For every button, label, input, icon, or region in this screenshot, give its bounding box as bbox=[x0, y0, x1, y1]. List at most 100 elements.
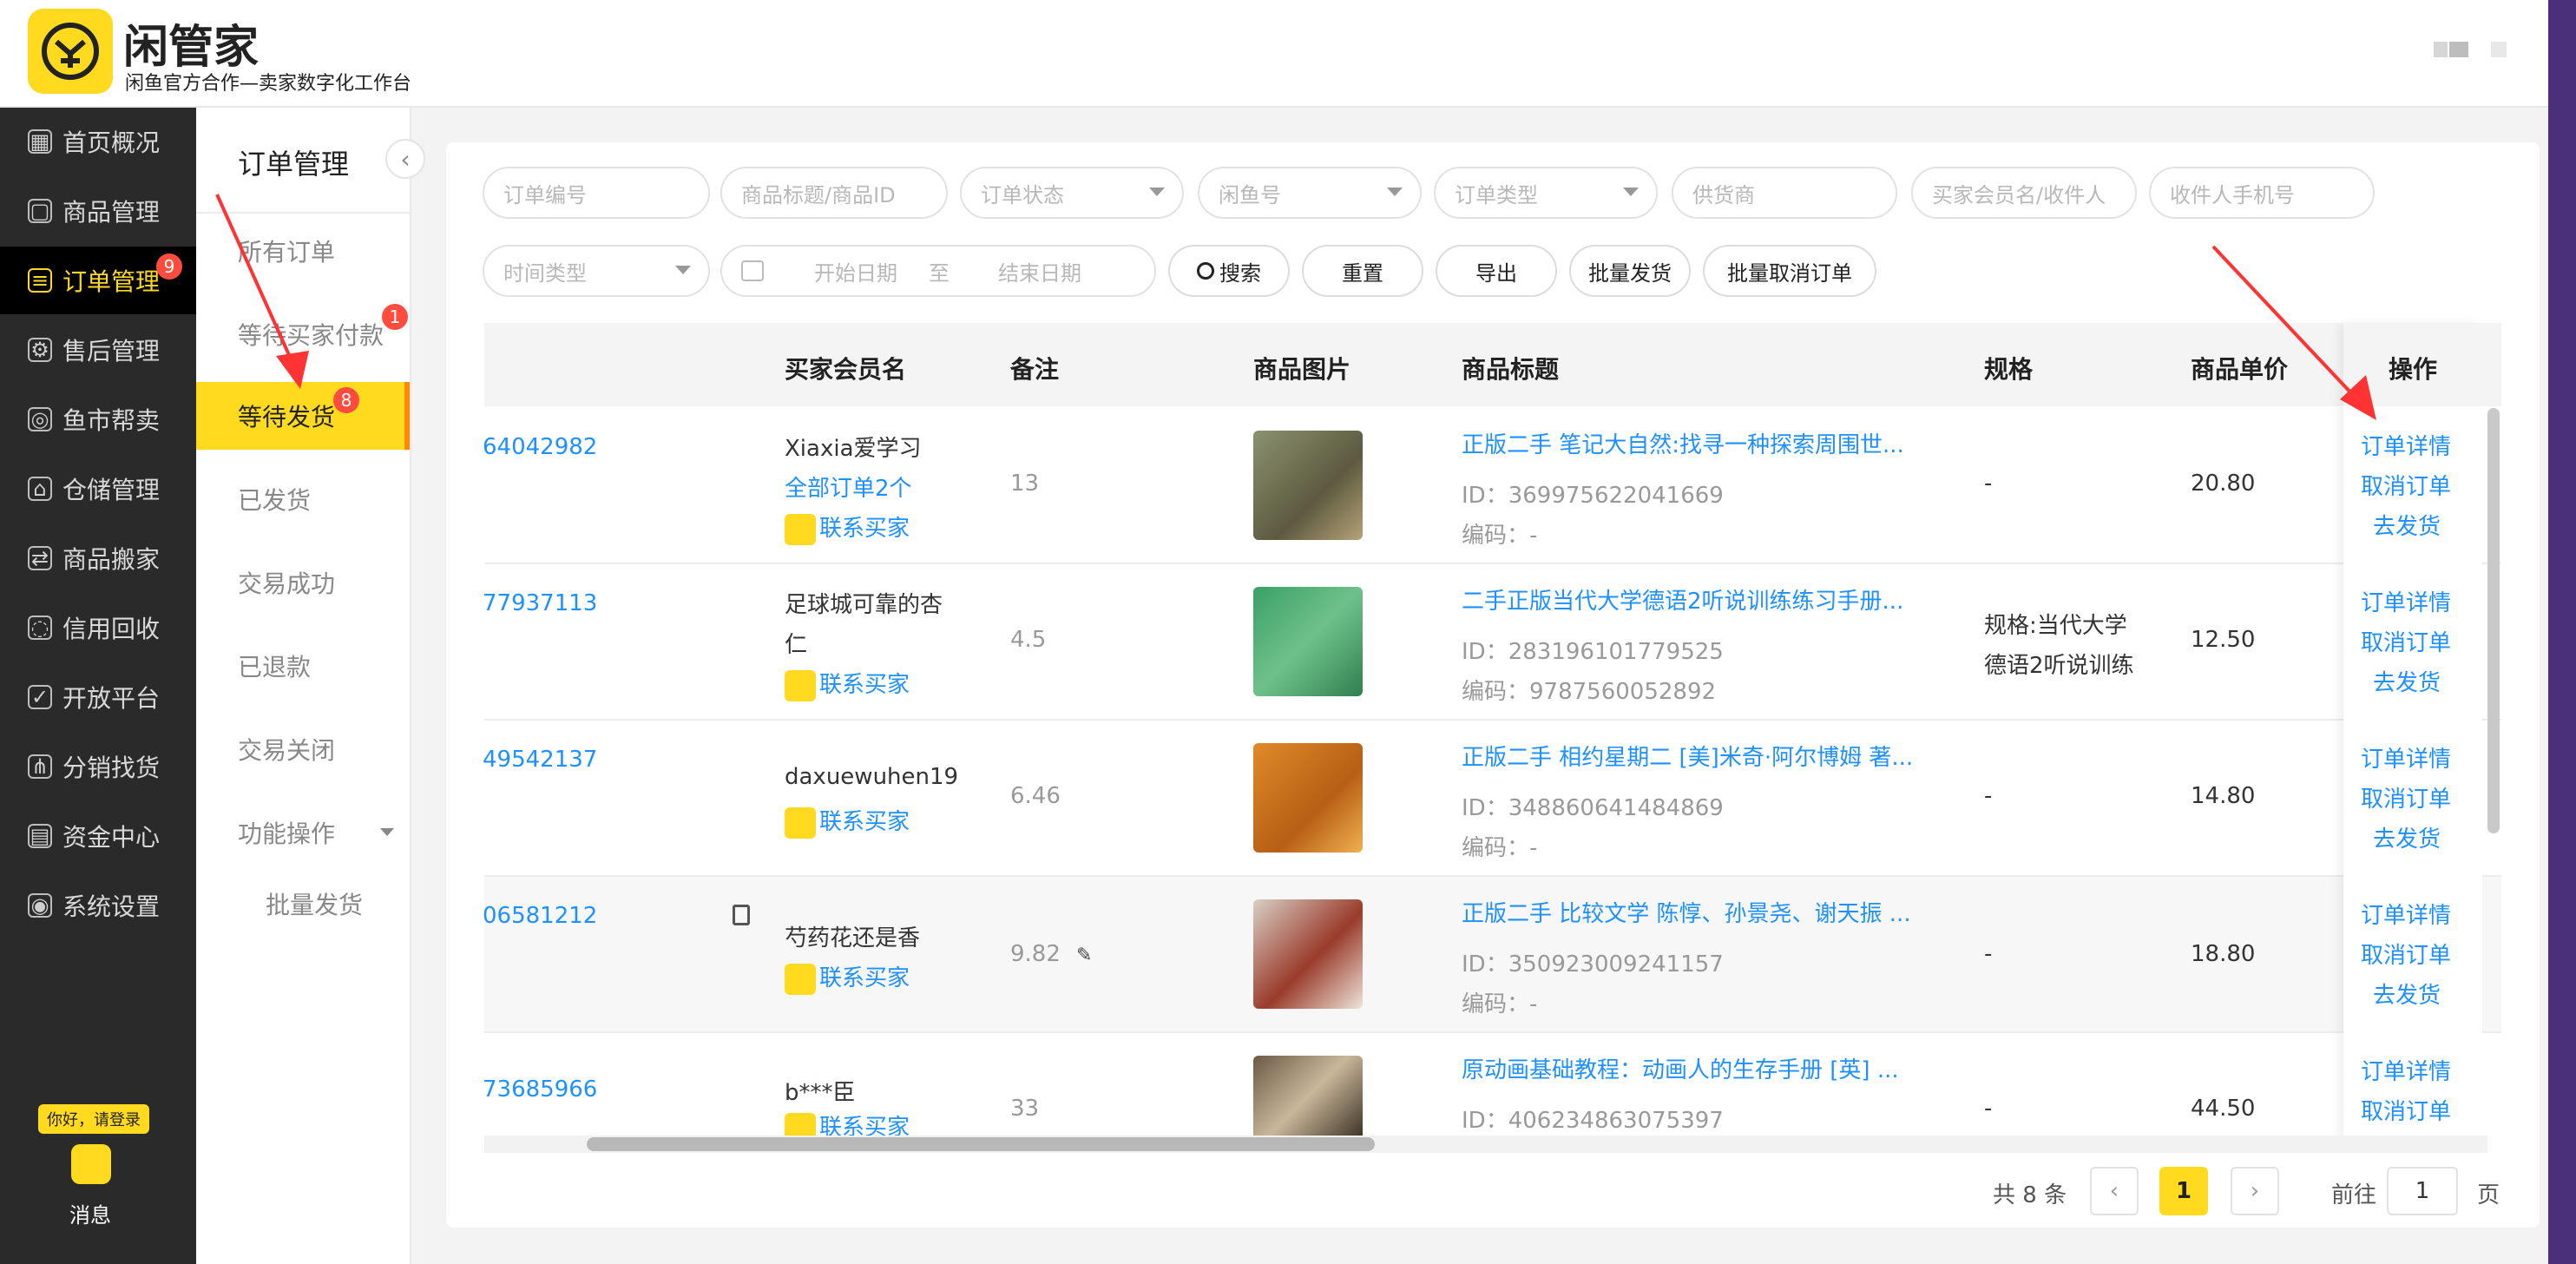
sidebar-item-label: 资金中心 bbox=[62, 823, 161, 852]
contact-buyer-link[interactable]: 联系买家 bbox=[785, 510, 910, 545]
subnav-completed[interactable]: 交易成功 bbox=[196, 549, 410, 616]
horizontal-scrollbar[interactable] bbox=[587, 1137, 1375, 1151]
order-number-link[interactable]: 73685966 bbox=[483, 1076, 597, 1103]
header-user-placeholder[interactable] bbox=[2434, 42, 2448, 57]
xianyu-account-select[interactable]: 闲鱼号 bbox=[1198, 167, 1422, 219]
cancel-order-link[interactable]: 取消订单 bbox=[2361, 625, 2451, 657]
product-image[interactable] bbox=[1253, 1056, 1363, 1137]
placeholder: 订单编号 bbox=[503, 182, 587, 207]
next-page-button[interactable]: › bbox=[2231, 1167, 2279, 1215]
subnav-shipped[interactable]: 已发货 bbox=[196, 465, 410, 533]
sidebar-item-funds[interactable]: ▤ 资金中心 bbox=[0, 802, 196, 870]
receiver-phone-input[interactable]: 收件人手机号 bbox=[2149, 167, 2375, 219]
subnav-refunded[interactable]: 已退款 bbox=[196, 632, 410, 700]
sidebar-item-aftersale[interactable]: ⚙ 售后管理 bbox=[0, 316, 196, 384]
cancel-order-link[interactable]: 取消订单 bbox=[2361, 781, 2451, 813]
divider bbox=[196, 212, 410, 214]
prev-page-button[interactable]: ‹ bbox=[2090, 1167, 2139, 1215]
date-range-picker[interactable]: 开始日期 至 结束日期 bbox=[720, 245, 1156, 297]
order-number-input[interactable]: 订单编号 bbox=[483, 167, 710, 219]
header-user-placeholder[interactable] bbox=[2491, 42, 2507, 57]
contact-buyer-link[interactable]: 联系买家 bbox=[785, 667, 910, 701]
buyer-input[interactable]: 买家会员名/收件人 bbox=[1911, 167, 2137, 219]
subnav-closed[interactable]: 交易关闭 bbox=[196, 715, 410, 783]
contact-buyer-link[interactable]: 联系买家 bbox=[785, 960, 910, 995]
sidebar-item-move[interactable]: ⇄ 商品搬家 bbox=[0, 524, 196, 592]
ship-link[interactable]: 去发货 bbox=[2373, 665, 2441, 697]
order-type-select[interactable]: 订单类型 bbox=[1434, 167, 1658, 219]
batch-cancel-button[interactable]: 批量取消订单 bbox=[1703, 245, 1876, 297]
reset-button[interactable]: 重置 bbox=[1302, 245, 1423, 297]
vertical-scrollbar[interactable] bbox=[2487, 408, 2500, 833]
app-logo-icon[interactable] bbox=[28, 9, 113, 94]
contact-buyer-link[interactable]: 联系买家 bbox=[785, 1109, 910, 1136]
edit-icon[interactable]: ✎ bbox=[1076, 945, 1095, 966]
product-image[interactable] bbox=[1253, 743, 1363, 853]
order-number-link[interactable]: 06581212 bbox=[483, 903, 597, 929]
sidebar-item-recycle[interactable]: ◌ 信用回收 bbox=[0, 594, 196, 662]
subnav-batch-ship[interactable]: 批量发货 bbox=[196, 870, 410, 938]
search-button[interactable]: 搜索 bbox=[1168, 245, 1290, 297]
page-1-button[interactable]: 1 bbox=[2159, 1167, 2208, 1215]
sidebar-item-open-platform[interactable]: ✓ 开放平台 bbox=[0, 663, 196, 731]
product-title-link[interactable]: 正版二手 相约星期二 [美]米奇·阿尔博姆 著... bbox=[1462, 740, 1913, 772]
order-detail-link[interactable]: 订单详情 bbox=[2361, 741, 2451, 774]
product-title-link[interactable]: 正版二手 比较文学 陈惇、孙景尧、谢天振 ... bbox=[1462, 896, 1911, 928]
export-button[interactable]: 导出 bbox=[1436, 245, 1557, 297]
contact-buyer-link[interactable]: 联系买家 bbox=[785, 804, 910, 839]
subnav-functions[interactable]: 功能操作 bbox=[196, 799, 410, 866]
collapse-chevron-icon[interactable]: ‹ bbox=[385, 139, 425, 179]
order-status-select[interactable]: 订单状态 bbox=[960, 167, 1184, 219]
order-detail-link[interactable]: 订单详情 bbox=[2361, 429, 2451, 461]
ship-link[interactable]: 去发货 bbox=[2373, 978, 2441, 1010]
cancel-order-link[interactable]: 取消订单 bbox=[2361, 469, 2451, 501]
warehouse-icon: ⌂ bbox=[28, 477, 52, 501]
order-number-link[interactable]: 64042982 bbox=[483, 434, 597, 460]
product-title-input[interactable]: 商品标题/商品ID bbox=[720, 167, 948, 219]
placeholder: 商品标题/商品ID bbox=[741, 182, 896, 207]
subnav-all-orders[interactable]: 所有订单 bbox=[196, 217, 410, 285]
cancel-order-link[interactable]: 取消订单 bbox=[2361, 1094, 2451, 1126]
order-number-link[interactable]: 49542137 bbox=[483, 747, 597, 773]
note-value: 9.82 bbox=[1010, 941, 1061, 967]
column-title: 商品标题 bbox=[1462, 355, 1560, 384]
supplier-input[interactable]: 供货商 bbox=[1672, 167, 1897, 219]
product-image[interactable] bbox=[1253, 431, 1363, 540]
order-number-link[interactable]: 77937113 bbox=[483, 590, 597, 616]
product-title-link[interactable]: 原动画基础教程：动画人的生存手册 [英] ... bbox=[1462, 1052, 1899, 1084]
placeholder: 闲鱼号 bbox=[1219, 182, 1281, 207]
sidebar-item-products[interactable]: ▢ 商品管理 bbox=[0, 177, 196, 245]
time-type-select[interactable]: 时间类型 bbox=[483, 245, 710, 297]
message-icon[interactable] bbox=[71, 1144, 111, 1184]
message-label[interactable]: 消息 bbox=[69, 1198, 111, 1228]
sidebar-item-fishmarket[interactable]: ◎ 鱼市帮卖 bbox=[0, 385, 196, 453]
sidebar-item-settings[interactable]: ◉ 系统设置 bbox=[0, 872, 196, 939]
subnav-awaiting-payment[interactable]: 等待买家付款 bbox=[196, 300, 410, 368]
button-label: 批量取消订单 bbox=[1727, 260, 1852, 286]
copy-icon[interactable] bbox=[733, 905, 750, 925]
subnav-awaiting-shipment[interactable]: 等待发货 bbox=[196, 382, 410, 450]
sidebar-item-warehouse[interactable]: ⌂ 仓储管理 bbox=[0, 455, 196, 523]
product-title-link[interactable]: 正版二手 笔记大自然:找寻一种探索周围世... bbox=[1462, 427, 1904, 459]
product-image[interactable] bbox=[1253, 899, 1363, 1009]
ship-link[interactable]: 去发货 bbox=[2373, 821, 2441, 853]
app-subtitle: 闲鱼官方合作—卖家数字化工作台 bbox=[125, 73, 412, 95]
product-image[interactable] bbox=[1253, 587, 1363, 696]
order-detail-link[interactable]: 订单详情 bbox=[2361, 585, 2451, 617]
product-title-link[interactable]: 二手正版当代大学德语2听说训练练习手册... bbox=[1462, 583, 1903, 616]
order-detail-link[interactable]: 订单详情 bbox=[2361, 898, 2451, 930]
sidebar-item-distribution[interactable]: ⋔ 分销找货 bbox=[0, 733, 196, 800]
header-user-placeholder[interactable] bbox=[2449, 42, 2468, 57]
settings-icon: ◉ bbox=[28, 893, 52, 918]
login-tip[interactable]: 你好，请登录 bbox=[38, 1104, 149, 1134]
range-separator: 至 bbox=[929, 260, 950, 286]
ship-link[interactable]: 去发货 bbox=[2373, 509, 2441, 541]
order-detail-link[interactable]: 订单详情 bbox=[2361, 1054, 2451, 1086]
sidebar-item-dashboard[interactable]: ▦ 首页概况 bbox=[0, 108, 196, 175]
goto-page-input[interactable]: 1 bbox=[2387, 1167, 2458, 1215]
batch-ship-button[interactable]: 批量发货 bbox=[1569, 245, 1691, 297]
cancel-order-link[interactable]: 取消订单 bbox=[2361, 938, 2451, 970]
note-value: 13 bbox=[1010, 471, 1040, 497]
contact-label: 联系买家 bbox=[819, 672, 910, 698]
buyer-orders-link[interactable]: 全部订单2个 bbox=[785, 471, 912, 503]
